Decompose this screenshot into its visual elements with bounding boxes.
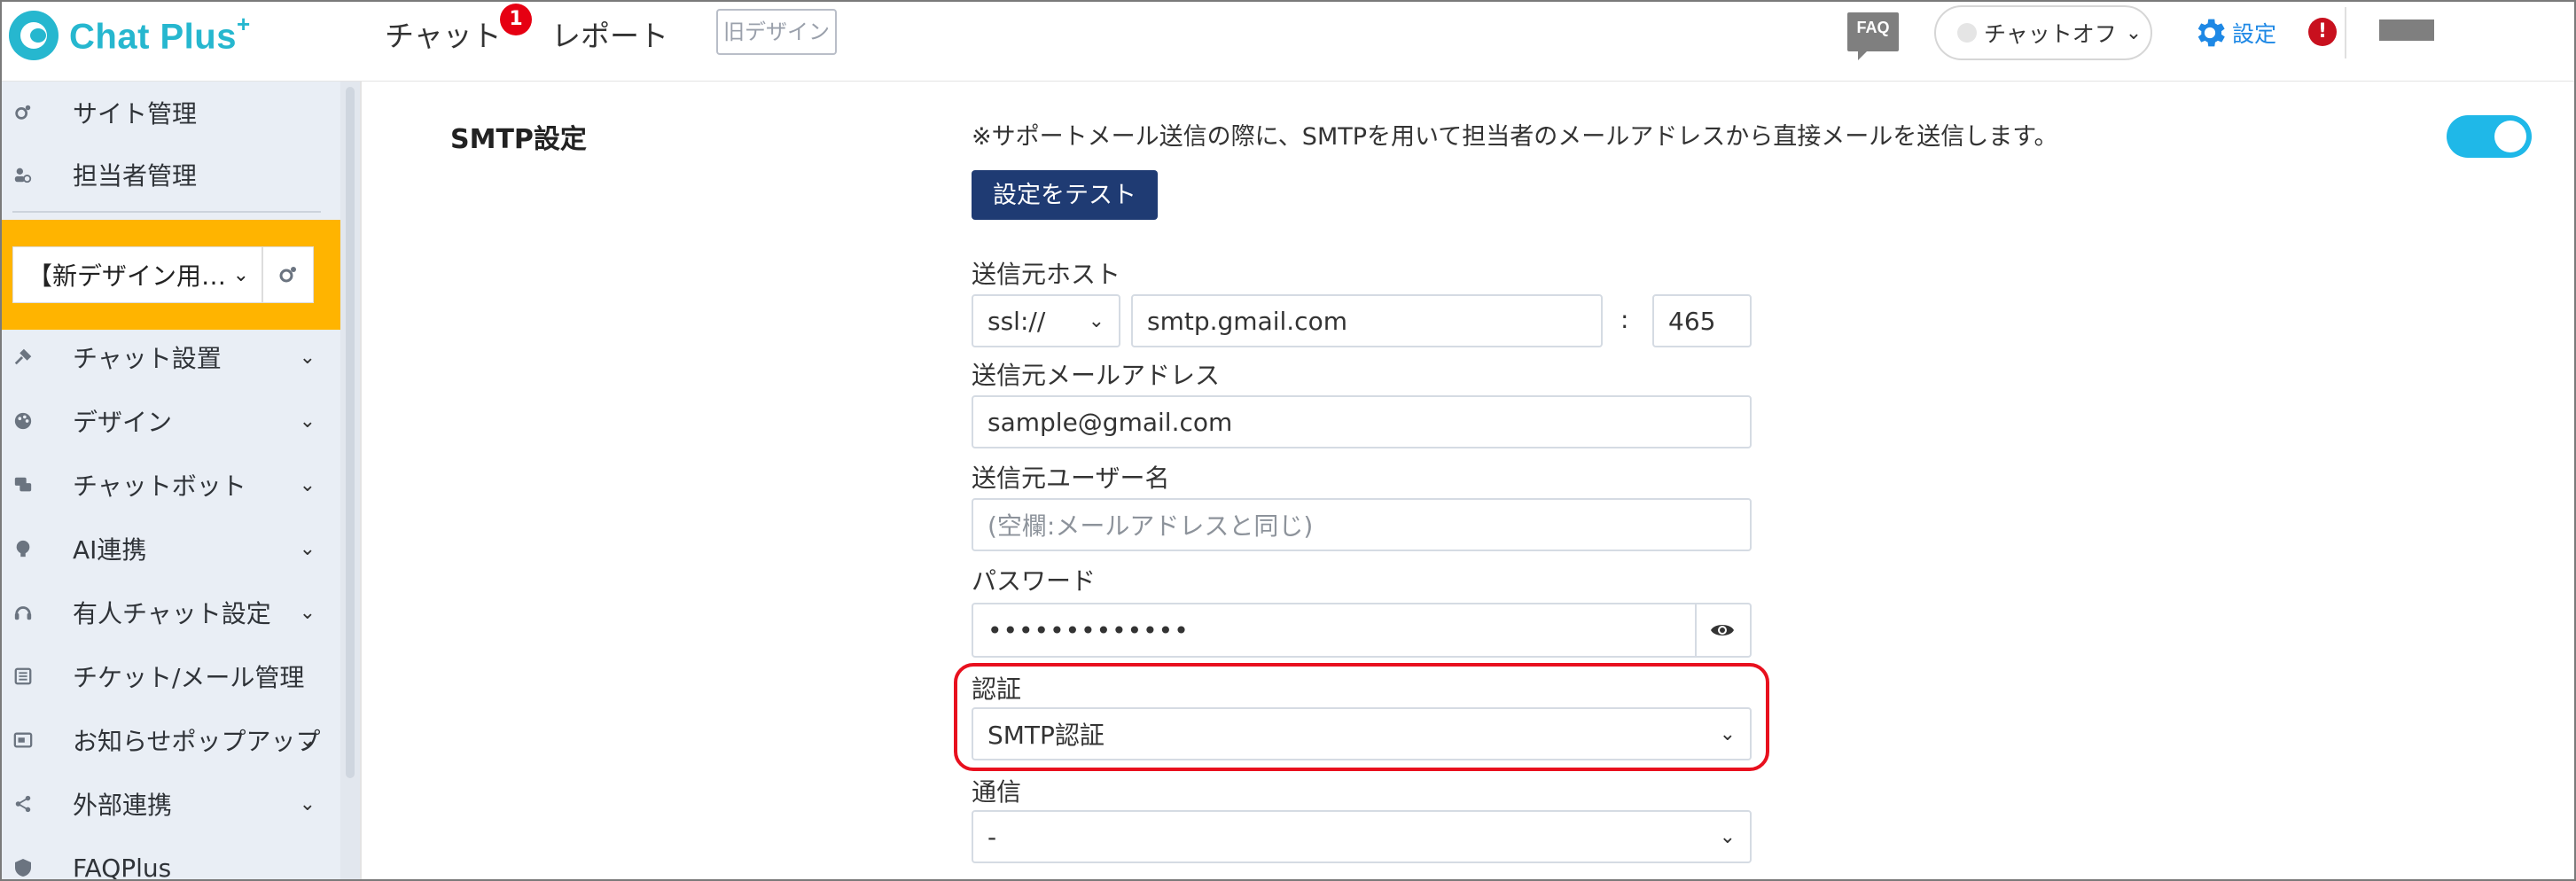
old-design-button[interactable]: 旧デザイン — [716, 9, 837, 55]
users-icon — [12, 164, 34, 185]
app-frame: Chat Plus+ チャット 1 レポート 旧デザイン FAQ チャットオフ … — [0, 0, 2576, 881]
top-header: Chat Plus+ チャット 1 レポート 旧デザイン FAQ チャットオフ … — [2, 2, 2574, 82]
sidebar-item-label: 外部連携 — [73, 791, 173, 820]
chat-notification-badge: 1 — [500, 4, 532, 35]
auth-highlight-annotation — [954, 663, 1769, 771]
section-title: SMTP設定 — [450, 124, 587, 155]
sidebar-item-staff-management[interactable]: 担当者管理 — [2, 144, 339, 206]
username-input[interactable]: (空欄:メールアドレスと同じ) — [972, 498, 1752, 551]
chevron-down-icon: ⌄ — [1719, 825, 1736, 848]
logo-text: Chat Plus+ — [69, 10, 251, 57]
chat-status-dropdown[interactable]: チャットオフ ⌄ — [1934, 5, 2152, 60]
smtp-description: ※サポートメール送信の際に、SMTPを用いて担当者のメールアドレスから直接メール… — [972, 123, 2058, 151]
sidebar-scrollbar[interactable] — [340, 82, 360, 879]
host-input[interactable]: smtp.gmail.com — [1131, 294, 1603, 347]
share-icon — [12, 793, 34, 815]
brain-icon — [12, 538, 34, 559]
smtp-enable-toggle[interactable] — [2447, 115, 2532, 158]
faq-shield-icon — [12, 857, 34, 878]
site-selector-box: 【新デザイン用… ⌄ — [2, 220, 340, 330]
sidebar-item-design[interactable]: デザイン ⌄ — [2, 390, 339, 452]
site-select-value: 【新デザイン用… — [27, 261, 227, 291]
port-input[interactable]: 465 — [1652, 294, 1752, 347]
settings-label: 設定 — [2232, 21, 2277, 47]
popup-icon — [12, 729, 34, 751]
password-input[interactable]: ••••••••••••• — [972, 603, 1697, 658]
chat-status-label: チャットオフ — [1984, 21, 2117, 47]
sidebar-item-chatbot[interactable]: チャットボット ⌄ — [2, 454, 339, 516]
chevron-down-icon: ⌄ — [1088, 309, 1105, 332]
chevron-down-icon: ⌄ — [299, 409, 316, 433]
sidebar-divider — [12, 211, 321, 213]
alert-icon[interactable]: ! — [2308, 18, 2337, 46]
chevron-down-icon: ⌄ — [299, 537, 316, 560]
sidebar-item-label: AI連携 — [73, 535, 147, 565]
sidebar-item-label: 担当者管理 — [73, 161, 198, 191]
sidebar-item-label: チャットボット — [73, 472, 246, 501]
gear-icon — [2197, 19, 2225, 47]
communication-value: - — [987, 822, 997, 852]
sidebar-item-ticket-mail[interactable]: チケット/メール管理 — [2, 645, 339, 707]
header-divider — [2345, 7, 2346, 58]
settings-link[interactable]: 設定 — [2191, 14, 2276, 51]
chevron-down-icon: ⌄ — [299, 792, 316, 815]
sidebar-item-label: チャット設置 — [73, 344, 222, 373]
chevron-down-icon: ⌄ — [299, 346, 316, 369]
sidebar-item-popup[interactable]: お知らせポップアップ ⌄ — [2, 709, 339, 771]
sidebar-item-external[interactable]: 外部連携 ⌄ — [2, 773, 339, 835]
nav-chat[interactable]: チャット — [385, 12, 502, 55]
tools-icon — [12, 347, 34, 368]
sidebar-item-faqplus[interactable]: FAQPlus — [2, 837, 339, 881]
faq-icon[interactable]: FAQ — [1847, 12, 1899, 60]
email-label: 送信元メールアドレス — [972, 361, 1221, 390]
sidebar-item-operator-chat[interactable]: 有人チャット設定 ⌄ — [2, 581, 339, 643]
chevron-down-icon: ⌄ — [299, 473, 316, 496]
sidebar-scrollbar-thumb[interactable] — [346, 87, 355, 778]
headset-icon — [12, 602, 34, 623]
ticket-list-icon — [12, 666, 34, 687]
chat-plus-logo-icon — [9, 11, 59, 60]
logo[interactable]: Chat Plus+ — [9, 11, 251, 60]
chat-bubbles-icon — [12, 474, 34, 495]
sidebar-item-label: 有人チャット設定 — [73, 599, 271, 628]
sidebar-item-label: デザイン — [73, 408, 173, 437]
chevron-down-icon: ⌄ — [232, 263, 249, 286]
sidebar-item-label: FAQPlus — [73, 853, 172, 881]
host-port-separator: : — [1620, 305, 1629, 334]
sidebar-item-site-management[interactable]: サイト管理 — [2, 82, 339, 144]
user-avatar[interactable] — [2379, 19, 2434, 41]
site-select-dropdown[interactable]: 【新デザイン用… ⌄ — [12, 246, 262, 303]
eye-icon — [1711, 625, 1734, 635]
username-label: 送信元ユーザー名 — [972, 464, 1170, 493]
gears-icon — [279, 267, 296, 283]
sidebar-item-ai[interactable]: AI連携 ⌄ — [2, 518, 339, 580]
status-dot-icon — [1957, 23, 1977, 43]
palette-icon — [12, 410, 34, 432]
email-input[interactable]: sample@gmail.com — [972, 395, 1752, 448]
password-label: パスワード — [972, 566, 1097, 596]
communication-select[interactable]: - ⌄ — [972, 810, 1752, 863]
test-settings-button[interactable]: 設定をテスト — [972, 170, 1158, 220]
protocol-value: ssl:// — [987, 306, 1046, 336]
sidebar-item-chat-install[interactable]: チャット設置 ⌄ — [2, 326, 339, 388]
sidebar-item-label: チケット/メール管理 — [73, 663, 305, 692]
show-password-button[interactable] — [1695, 603, 1752, 658]
nav-report[interactable]: レポート — [551, 12, 668, 55]
host-label: 送信元ホスト — [972, 260, 1121, 289]
site-settings-button[interactable] — [262, 246, 314, 303]
sidebar-item-label: お知らせポップアップ — [73, 727, 321, 756]
chevron-down-icon: ⌄ — [2125, 21, 2143, 44]
chevron-down-icon: ⌄ — [299, 601, 316, 624]
sidebar-item-label: サイト管理 — [73, 99, 198, 129]
chevron-down-icon: ⌄ — [299, 729, 316, 752]
communication-label: 通信 — [972, 777, 1022, 807]
main-content: SMTP設定 ※サポートメール送信の際に、SMTPを用いて担当者のメールアドレス… — [360, 82, 2574, 879]
sidebar: サイト管理 担当者管理 【新デザイン用… ⌄ チャット設置 ⌄ デザイン ⌄ チ… — [2, 82, 360, 881]
gears-icon — [12, 102, 34, 123]
protocol-select[interactable]: ssl:// ⌄ — [972, 294, 1120, 347]
